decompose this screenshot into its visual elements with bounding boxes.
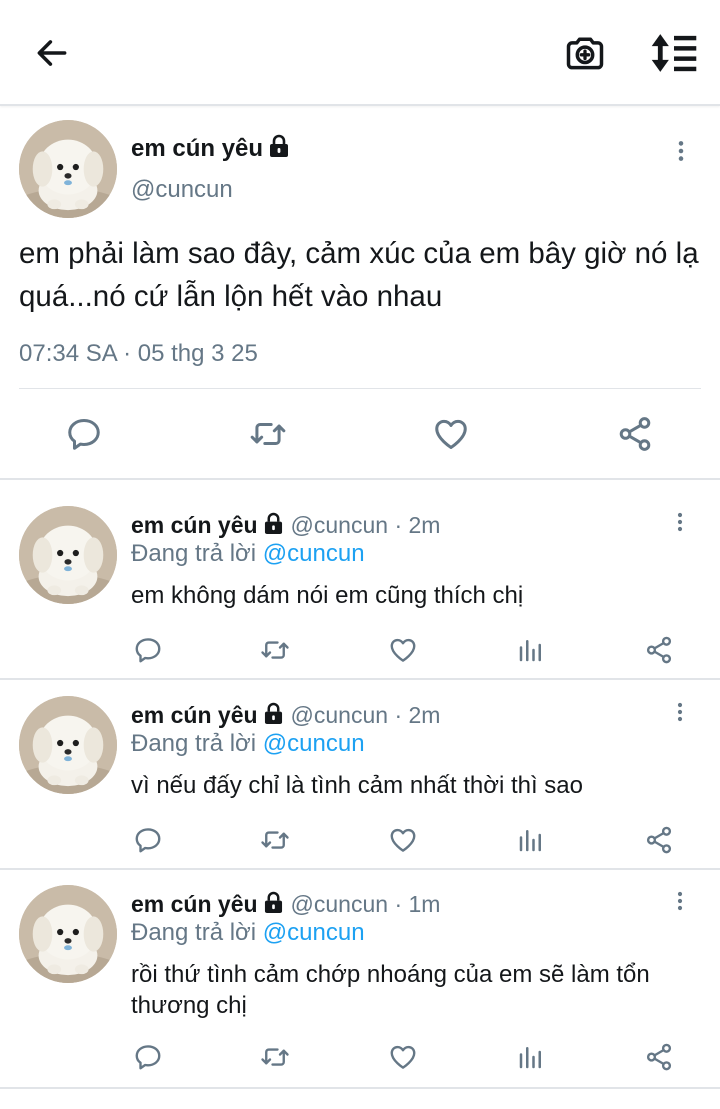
retweet-icon[interactable] bbox=[259, 825, 291, 855]
retweet-icon[interactable] bbox=[259, 1042, 291, 1072]
tweet-text: em phải làm sao đây, cảm xúc của em bây … bbox=[19, 237, 699, 313]
more-vertical-icon[interactable] bbox=[668, 510, 692, 534]
handle[interactable]: @cuncun bbox=[131, 176, 233, 204]
share-icon[interactable] bbox=[644, 825, 674, 855]
lock-icon bbox=[269, 134, 289, 158]
reply-icon[interactable] bbox=[133, 825, 163, 855]
mention-link[interactable]: @cuncun bbox=[263, 919, 365, 946]
share-icon[interactable] bbox=[644, 1042, 674, 1072]
tweet-timestamp[interactable]: 07:34 SA · 05 thg 3 25 bbox=[19, 340, 258, 368]
replying-prefix: Đang trả lời bbox=[131, 919, 257, 946]
display-name-text: em cún yêu bbox=[131, 891, 258, 917]
display-name[interactable]: em cún yêu @cuncun · 2m bbox=[131, 512, 440, 539]
reply-tweet: em cún yêu @cuncun · 2m Đang trả lời @cun… bbox=[0, 482, 720, 680]
display-name[interactable]: em cún yêu @cuncun · 1m bbox=[131, 891, 440, 918]
main-tweet: em cún yêu @cuncun em phải làm sao đây, … bbox=[0, 108, 720, 480]
camera-plus-icon[interactable] bbox=[563, 31, 607, 75]
lock-icon bbox=[264, 702, 283, 725]
avatar[interactable] bbox=[19, 885, 117, 983]
reply-tweet: em cún yêu @cuncun · 1m Đang trả lời @cun… bbox=[0, 861, 720, 1089]
display-name[interactable]: em cún yêu @cuncun · 2m bbox=[131, 702, 440, 729]
heart-icon[interactable] bbox=[432, 415, 470, 453]
reply-tweet: em cún yêu @cuncun · 2m Đang trả lời @cun… bbox=[0, 672, 720, 870]
display-name-text: em cún yêu bbox=[131, 512, 258, 538]
retweet-icon[interactable] bbox=[248, 415, 288, 453]
more-vertical-icon[interactable] bbox=[668, 700, 692, 724]
top-bar bbox=[0, 0, 720, 106]
share-icon[interactable] bbox=[644, 635, 674, 665]
more-vertical-icon[interactable] bbox=[668, 138, 694, 164]
reply-icon[interactable] bbox=[65, 415, 103, 453]
heart-icon[interactable] bbox=[388, 1042, 418, 1072]
share-icon[interactable] bbox=[616, 415, 654, 453]
handle-time[interactable]: @cuncun · 2m bbox=[291, 512, 441, 538]
mention-link[interactable]: @cuncun bbox=[263, 540, 365, 567]
avatar[interactable] bbox=[19, 506, 117, 604]
replying-to: Đang trả lời @cuncun bbox=[131, 730, 365, 758]
replying-prefix: Đang trả lời bbox=[131, 540, 257, 567]
reply-text: em không dám nói em cũng thích chị bbox=[131, 582, 524, 609]
display-name[interactable]: em cún yêu bbox=[131, 134, 289, 163]
replying-prefix: Đang trả lời bbox=[131, 730, 257, 757]
replying-to: Đang trả lời @cuncun bbox=[131, 540, 365, 568]
avatar[interactable] bbox=[19, 696, 117, 794]
heart-icon[interactable] bbox=[388, 825, 418, 855]
retweet-icon[interactable] bbox=[259, 635, 291, 665]
divider bbox=[19, 388, 701, 389]
analytics-icon[interactable] bbox=[516, 825, 546, 855]
display-name-text: em cún yêu bbox=[131, 702, 258, 728]
analytics-icon[interactable] bbox=[516, 1042, 546, 1072]
lock-icon bbox=[264, 891, 283, 914]
reply-text: rồi thứ tình cảm chớp nhoáng của em sẽ l… bbox=[131, 961, 650, 1019]
avatar[interactable] bbox=[19, 120, 117, 218]
reply-icon[interactable] bbox=[133, 635, 163, 665]
display-name-text: em cún yêu bbox=[131, 135, 264, 162]
arrow-left-icon[interactable] bbox=[33, 34, 71, 72]
mention-link[interactable]: @cuncun bbox=[263, 730, 365, 757]
more-vertical-icon[interactable] bbox=[668, 889, 692, 913]
handle-time[interactable]: @cuncun · 1m bbox=[291, 891, 441, 917]
reply-icon[interactable] bbox=[133, 1042, 163, 1072]
sort-icon[interactable] bbox=[650, 32, 698, 74]
heart-icon[interactable] bbox=[388, 635, 418, 665]
reply-text: vì nếu đấy chỉ là tình cảm nhất thời thì… bbox=[131, 772, 583, 799]
analytics-icon[interactable] bbox=[516, 635, 546, 665]
handle-time[interactable]: @cuncun · 2m bbox=[291, 702, 441, 728]
lock-icon bbox=[264, 512, 283, 535]
replying-to: Đang trả lời @cuncun bbox=[131, 919, 365, 947]
